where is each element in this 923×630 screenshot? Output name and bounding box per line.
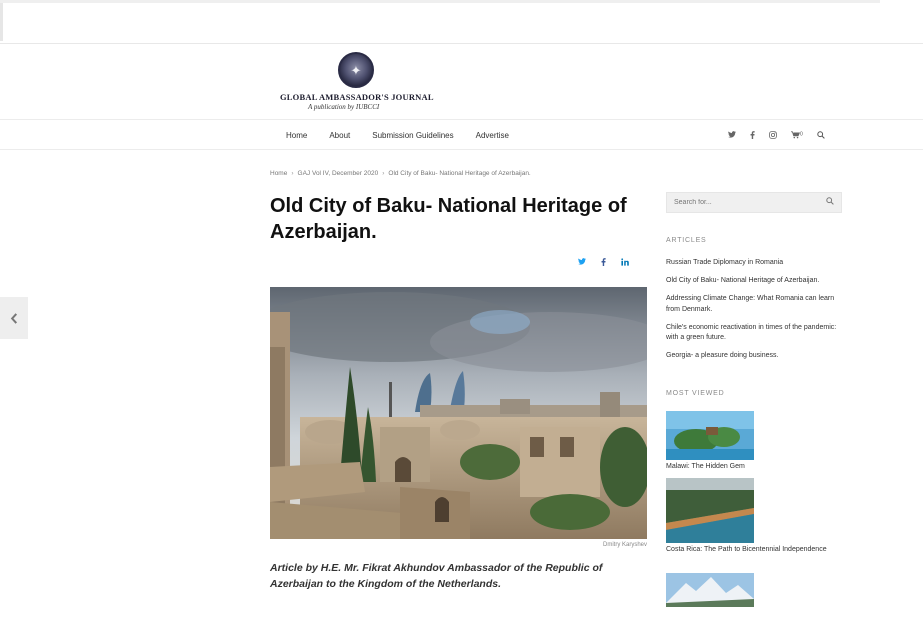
share-buttons	[578, 258, 629, 268]
most-viewed-thumbnail-georgia[interactable]	[666, 573, 754, 607]
article-title: Old City of Baku- National Heritage of A…	[270, 195, 627, 243]
nav-menu: Home About Submission Guidelines Adverti…	[286, 121, 531, 150]
facebook-icon[interactable]	[750, 130, 755, 141]
twitter-icon[interactable]	[728, 131, 736, 140]
instagram-icon[interactable]	[769, 130, 777, 141]
old-city-baku-photo	[270, 287, 647, 539]
top-strip-tick	[0, 3, 3, 41]
share-facebook-icon[interactable]	[601, 258, 606, 268]
site-logo[interactable]: ✦ GLOBAL AMBASSADOR'S JOURNAL A publicat…	[280, 52, 434, 116]
nav-item-about[interactable]: About	[329, 131, 350, 140]
search-icon[interactable]	[826, 197, 834, 207]
most-viewed-widget-title: MOST VIEWED	[666, 390, 725, 397]
logo-title: GLOBAL AMBASSADOR'S JOURNAL	[280, 92, 434, 102]
article-link[interactable]: Russian Trade Diplomacy in Romania	[666, 258, 846, 269]
cart-icon[interactable]: 0	[791, 130, 803, 141]
article-link[interactable]: Old City of Baku- National Heritage of A…	[666, 276, 846, 287]
top-strip-line	[0, 0, 880, 3]
nav-item-advertise[interactable]: Advertise	[476, 131, 509, 140]
search-icon[interactable]	[817, 130, 825, 141]
most-viewed-title[interactable]: Costa Rica: The Path to Bicentennial Ind…	[666, 545, 846, 555]
image-credit: Dmitry Karyshev	[602, 542, 647, 548]
article-link[interactable]: Addressing Climate Change: What Romania …	[666, 294, 846, 315]
nav-item-submission-guidelines[interactable]: Submission Guidelines	[372, 131, 453, 140]
article-link[interactable]: Chile's economic reactivation in times o…	[666, 323, 846, 344]
main-navigation: Home About Submission Guidelines Adverti…	[0, 121, 923, 150]
article-hero-image	[270, 287, 647, 539]
article-lead: Article by H.E. Mr. Fikrat Akhundov Amba…	[270, 562, 603, 590]
browser-top-strip	[0, 0, 923, 44]
logo-emblem-icon: ✦	[338, 52, 374, 88]
share-twitter-icon[interactable]	[578, 258, 586, 268]
articles-list: Russian Trade Diplomacy in Romania Old C…	[666, 258, 846, 369]
most-viewed-thumbnail-malawi[interactable]	[666, 411, 754, 460]
most-viewed-thumbnail-costa-rica[interactable]	[666, 478, 754, 543]
most-viewed-title[interactable]: Malawi: The Hidden Gem	[666, 462, 846, 472]
logo-subtitle: A publication by IUBCCI	[308, 103, 380, 111]
breadcrumb-separator: ›	[291, 170, 294, 177]
breadcrumb-issue[interactable]: GAJ Vol IV, December 2020	[298, 170, 379, 177]
articles-widget-title: ARTICLES	[666, 237, 707, 244]
cart-count: 0	[800, 130, 803, 137]
site-header: ✦ GLOBAL AMBASSADOR'S JOURNAL A publicat…	[0, 46, 923, 120]
sidebar-search	[666, 192, 842, 213]
breadcrumb-current: Old City of Baku- National Heritage of A…	[388, 170, 531, 177]
chevron-left-icon	[10, 312, 18, 324]
share-linkedin-icon[interactable]	[621, 258, 629, 268]
sidebar-search-input[interactable]	[674, 199, 824, 206]
breadcrumb-separator: ›	[382, 170, 385, 177]
breadcrumb: Home › GAJ Vol IV, December 2020 › Old City …	[270, 170, 531, 177]
breadcrumb-home[interactable]: Home	[270, 170, 287, 177]
article-link[interactable]: Georgia- a pleasure doing business.	[666, 351, 846, 362]
nav-item-home[interactable]: Home	[286, 131, 307, 140]
nav-icons: 0	[728, 121, 839, 150]
previous-article-arrow[interactable]	[0, 297, 28, 339]
